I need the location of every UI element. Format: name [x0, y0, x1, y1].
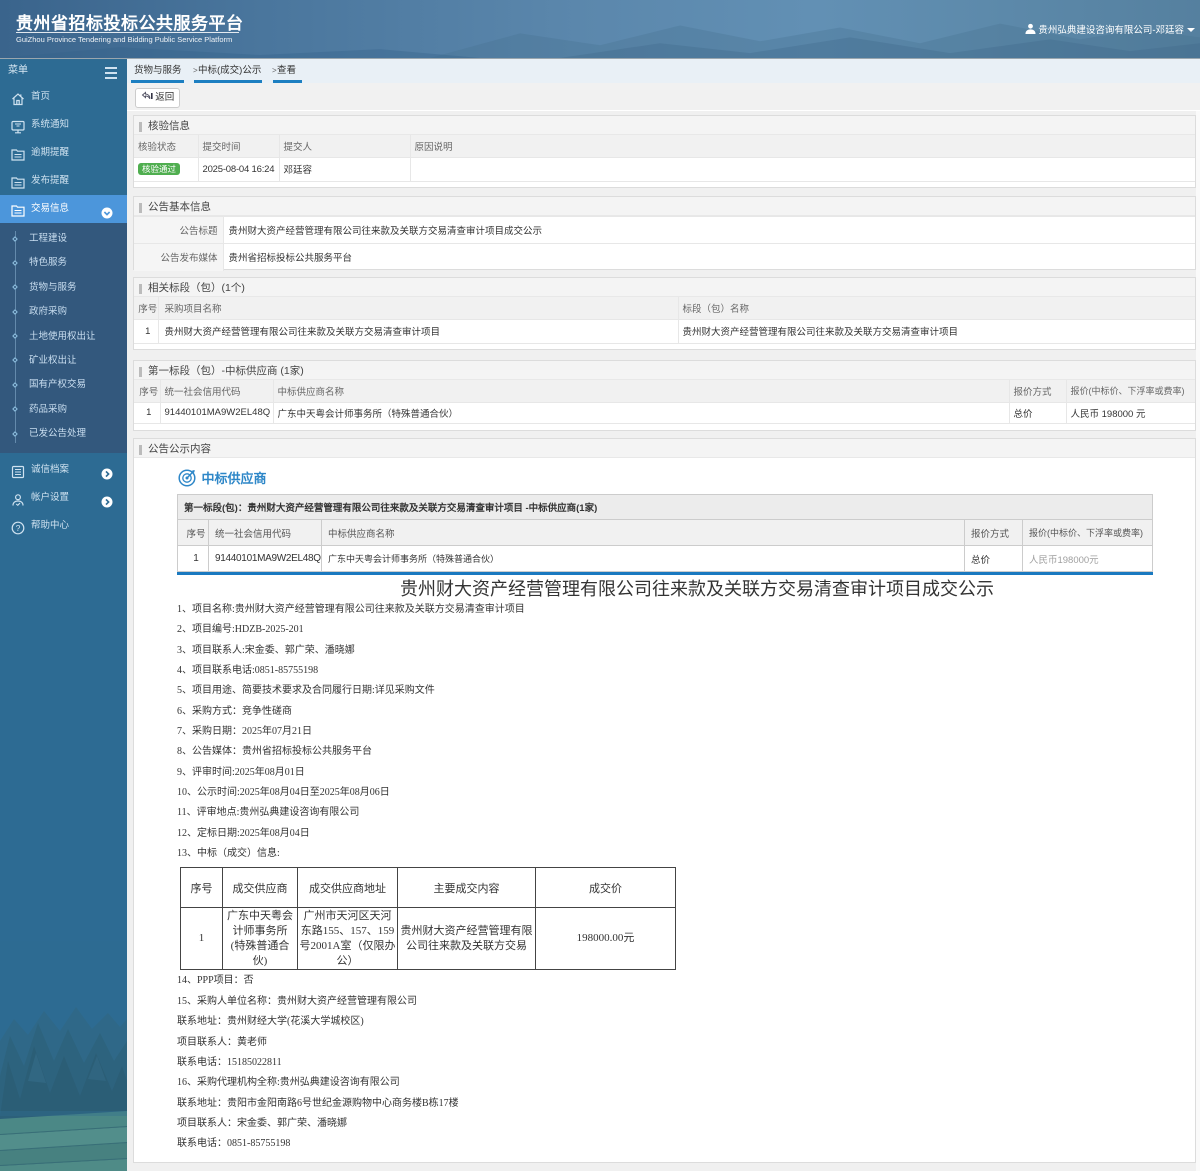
svg-text:?: ?: [16, 522, 21, 532]
